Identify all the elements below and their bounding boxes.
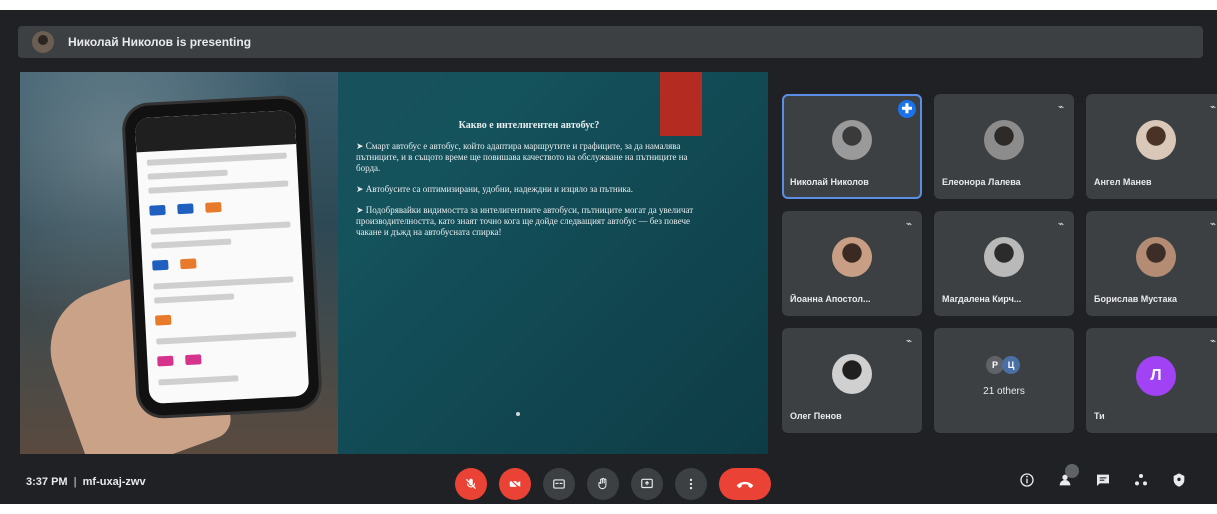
chat-button[interactable] [1091, 472, 1115, 496]
leave-call-button[interactable] [719, 468, 771, 500]
info-icon [1020, 473, 1034, 487]
present-button[interactable] [631, 468, 663, 500]
participant-name: Йоанна Апостол... [790, 294, 871, 304]
clock: 3:37 PM [26, 476, 68, 488]
mic-off-icon [465, 478, 477, 490]
right-controls [1015, 464, 1205, 496]
mic-muted-icon: ⌁ [1057, 219, 1065, 230]
meeting-details-button[interactable] [1015, 472, 1039, 496]
hand-icon [598, 477, 607, 490]
slide-bullet: ➤ Подобрявайки видимостта за интелигентн… [356, 205, 694, 237]
slide-photo [20, 72, 338, 454]
participant-name: Ангел Манев [1094, 177, 1152, 187]
participant-name: Борислав Мустака [1094, 294, 1177, 304]
mic-muted-icon: ⌁ [1209, 102, 1217, 113]
participant-name: Ти [1094, 411, 1105, 421]
presenting-label: Николай Николов is presenting [68, 35, 252, 49]
activities-icon [1135, 474, 1147, 486]
others-avatar: Ц [1002, 356, 1020, 374]
participant-name: Магдалена Кирч... [942, 294, 1022, 304]
participant-avatar [984, 120, 1024, 160]
meeting-code: mf-uxaj-zwv [82, 476, 146, 488]
bottom-toolbar: 3:37 PM | mf-uxaj-zwv [0, 462, 1217, 504]
meeting-info: 3:37 PM | mf-uxaj-zwv [26, 476, 146, 488]
slide-bullet: ➤ Смарт автобус е автобус, който адаптир… [356, 141, 688, 173]
captions-button[interactable] [543, 468, 575, 500]
activities-button[interactable] [1129, 472, 1153, 496]
participant-name: Олег Пенов [790, 411, 842, 421]
participant-avatar [832, 120, 872, 160]
pin-icon[interactable]: ✚ [898, 100, 916, 118]
others-tile[interactable]: Р Ц 21 others [934, 328, 1074, 433]
self-tile[interactable]: Л ⌁ Ти [1086, 328, 1217, 433]
participant-tile[interactable]: ⌁ Олег Пенов [782, 328, 922, 433]
presenter-avatar [32, 31, 54, 53]
participant-tile[interactable]: ⌁ Елеонора Лалева [934, 94, 1074, 199]
participant-tile[interactable]: ✚ Николай Николов [782, 94, 922, 199]
shield-icon [1173, 473, 1185, 487]
others-count: 21 others [983, 386, 1025, 397]
camera-toggle-button[interactable] [499, 468, 531, 500]
others-avatars: Р Ц [986, 356, 1026, 376]
participant-avatar [984, 237, 1024, 277]
phone-image [124, 97, 320, 417]
more-vert-icon [689, 478, 693, 490]
participant-name: Елеонора Лалева [942, 177, 1021, 187]
mic-muted-icon: ⌁ [905, 336, 913, 347]
people-button[interactable] [1053, 464, 1079, 496]
mic-muted-icon: ⌁ [1209, 219, 1217, 230]
participant-avatar [832, 237, 872, 277]
mic-muted-icon: ⌁ [1057, 102, 1065, 113]
mic-muted-icon: ⌁ [905, 219, 913, 230]
presenter-banner: Николай Николов is presenting [18, 26, 1203, 58]
phone-hangup-icon [736, 481, 754, 489]
chat-icon [1097, 474, 1109, 486]
call-controls [455, 468, 771, 500]
participant-tile[interactable]: ⌁ Магдалена Кирч... [934, 211, 1074, 316]
meeting-info-separator: | [73, 476, 77, 488]
participant-avatar [1136, 237, 1176, 277]
camera-off-icon [509, 478, 521, 490]
present-icon [641, 478, 653, 489]
mic-toggle-button[interactable] [455, 468, 487, 500]
slide-text: Какво е интелигентен автобус? ➤ Смарт ав… [356, 120, 702, 248]
participant-tile[interactable]: ⌁ Борислав Мустака [1086, 211, 1217, 316]
mic-muted-icon: ⌁ [1209, 336, 1217, 347]
phone-screen [134, 110, 310, 404]
participant-tile[interactable]: ⌁ Йоанна Апостол... [782, 211, 922, 316]
participant-name: Николай Николов [790, 177, 869, 187]
captions-icon [553, 479, 565, 489]
more-options-button[interactable] [675, 468, 707, 500]
participant-avatar [1136, 120, 1176, 160]
people-count-badge [1065, 464, 1079, 478]
slide-bullet: ➤ Автобусите са оптимизирани, удобни, на… [356, 184, 634, 194]
participant-tile[interactable]: ⌁ Ангел Манев [1086, 94, 1217, 199]
participant-avatar [832, 354, 872, 394]
self-avatar: Л [1136, 356, 1176, 396]
slide-heading: Какво е интелигентен автобус? [458, 120, 600, 131]
host-controls-button[interactable] [1167, 472, 1191, 496]
raise-hand-button[interactable] [587, 468, 619, 500]
meet-window: Николай Николов is presenting Какво е ин… [0, 10, 1217, 504]
presentation-slide: Какво е интелигентен автобус? ➤ Смарт ав… [20, 72, 768, 454]
slide-dot [516, 412, 520, 416]
